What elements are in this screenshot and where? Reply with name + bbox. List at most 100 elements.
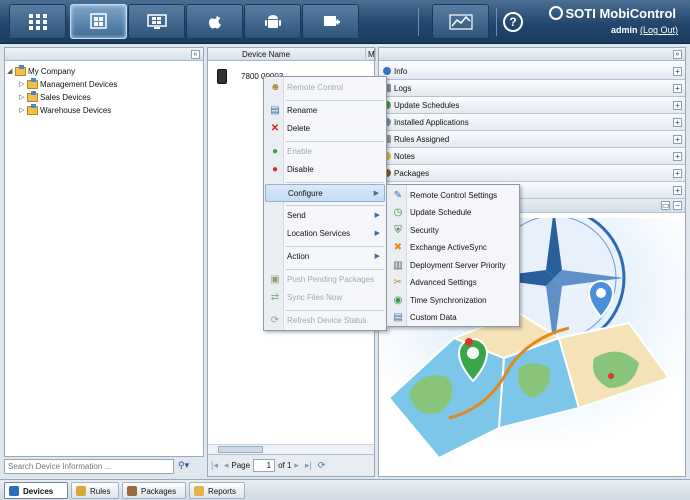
menu-item-disable[interactable]: ● Disable (265, 161, 385, 179)
tab-packages[interactable]: Packages (122, 482, 186, 499)
panel-label: Logs (394, 84, 412, 93)
panel-info[interactable]: Info + (379, 63, 685, 80)
refresh-status-icon: ⟳ (270, 315, 280, 326)
expand-icon[interactable]: + (673, 67, 682, 76)
chart-icon[interactable] (432, 4, 489, 39)
device-context-menu: ☻ Remote Control ▤ Rename ✕ Delete ● Enable … (263, 76, 387, 331)
panel-packages[interactable]: Packages + (379, 165, 685, 182)
search-input[interactable] (4, 459, 174, 474)
panel-update-schedules[interactable]: Update Schedules + (379, 97, 685, 114)
remote-control-icon: ☻ (270, 82, 281, 93)
panel-rules-assigned[interactable]: Rules Assigned + (379, 131, 685, 148)
first-page-icon[interactable]: |◂ (211, 460, 218, 471)
menu-item-delete[interactable]: ✕ Delete (265, 120, 385, 138)
add-device-icon[interactable] (302, 4, 359, 39)
minimize-icon[interactable]: − (673, 201, 682, 210)
top-toolbar: ? SOTI MobiControl admin (Log Out) (0, 0, 690, 44)
menu-separator (286, 100, 384, 101)
bottom-tab-bar: Devices Rules Packages Reports (0, 479, 690, 500)
windows-icon[interactable] (70, 4, 127, 39)
expand-icon[interactable]: + (673, 169, 682, 178)
devices-icon (9, 486, 19, 496)
menu-item-remote-control-settings[interactable]: ✎ Remote Control Settings (388, 187, 518, 205)
collapsed-arrow-icon[interactable]: ▷ (19, 106, 27, 114)
search-options-icon[interactable]: ⚲▾ (178, 460, 202, 473)
tab-label: Rules (90, 487, 111, 496)
menu-item-exchange-activesync[interactable]: ✖ Exchange ActiveSync (388, 239, 518, 257)
page-count: of 1 (278, 461, 292, 470)
tab-reports[interactable]: Reports (189, 482, 245, 499)
menu-item-label: Remote Control Settings (410, 191, 498, 200)
collapsed-arrow-icon[interactable]: ▷ (19, 80, 27, 88)
expand-icon[interactable]: + (673, 152, 682, 161)
horizontal-scrollbar[interactable] (208, 444, 374, 454)
android-icon[interactable] (244, 4, 301, 39)
tab-rules[interactable]: Rules (71, 482, 119, 499)
menu-item-enable[interactable]: ● Enable (265, 143, 385, 161)
menu-item-configure[interactable]: Configure ▶ (265, 184, 385, 202)
menu-item-push-pending-packages[interactable]: ▣ Push Pending Packages (265, 271, 385, 289)
tree-item[interactable]: ▷ Sales Devices (19, 90, 91, 103)
page-number-input[interactable]: 1 (253, 459, 276, 472)
menu-item-action[interactable]: Action ▶ (265, 248, 385, 266)
tab-label: Packages (141, 487, 177, 496)
menu-item-send[interactable]: Send ▶ (265, 207, 385, 225)
help-icon[interactable]: ? (503, 12, 523, 32)
menu-item-advanced-settings[interactable]: ✂ Advanced Settings (388, 274, 518, 292)
next-page-icon[interactable]: ▸ (294, 460, 299, 471)
menu-item-label: Remote Control (287, 83, 344, 92)
menu-item-label: Sync Files Now (287, 293, 343, 302)
expanded-arrow-icon[interactable]: ◢ (7, 67, 15, 75)
menu-item-refresh-device-status[interactable]: ⟳ Refresh Device Status (265, 312, 385, 330)
column-header-device-name[interactable]: Device Name (236, 48, 366, 61)
last-page-icon[interactable]: ▸| (305, 460, 312, 471)
scrollbar-thumb[interactable] (218, 446, 263, 453)
menu-item-security[interactable]: ⛨ Security (388, 222, 518, 240)
update-schedule-icon: ◷ (393, 207, 403, 218)
username: admin (610, 25, 638, 35)
folder-icon (27, 90, 38, 102)
prev-page-icon[interactable]: ◂ (224, 460, 229, 471)
collapse-right-icon[interactable]: » (673, 50, 682, 59)
menu-item-update-schedule[interactable]: ◷ Update Schedule (388, 204, 518, 222)
menu-item-time-synchronization[interactable]: ◉ Time Synchronization (388, 292, 518, 310)
menu-item-label: Location Services (287, 229, 351, 238)
expand-icon[interactable]: + (673, 186, 682, 195)
menu-item-remote-control[interactable]: ☻ Remote Control (265, 79, 385, 97)
tree-item-label: Management Devices (40, 79, 118, 89)
apple-icon[interactable] (186, 4, 243, 39)
menu-item-deployment-server-priority[interactable]: ▥ Deployment Server Priority (388, 257, 518, 275)
column-header-m[interactable]: M (366, 48, 376, 61)
expand-icon[interactable]: + (673, 118, 682, 127)
restore-icon[interactable]: ▭ (661, 201, 670, 210)
tree-root-label: My Company (28, 66, 76, 76)
tree-item[interactable]: ▷ Warehouse Devices (19, 103, 111, 116)
remote-settings-icon: ✎ (393, 190, 403, 201)
menu-item-label: Send (287, 211, 306, 220)
collapsed-arrow-icon[interactable]: ▷ (19, 93, 27, 101)
panel-notes[interactable]: Notes + (379, 148, 685, 165)
refresh-icon[interactable]: ⟳ (318, 460, 326, 471)
menu-item-label: Enable (287, 147, 312, 156)
menu-item-sync-files-now[interactable]: ⇄ Sync Files Now (265, 289, 385, 307)
tree-root[interactable]: ◢ My Company (7, 64, 76, 77)
tree-item-label: Sales Devices (40, 92, 91, 102)
expand-icon[interactable]: + (673, 84, 682, 93)
tree-item[interactable]: ▷ Management Devices (19, 77, 118, 90)
windows-legacy-icon[interactable] (128, 4, 185, 39)
menu-item-label: Rename (287, 106, 318, 115)
grid-icon[interactable] (9, 4, 66, 39)
expand-icon[interactable]: + (673, 135, 682, 144)
collapse-left-icon[interactable]: « (191, 50, 200, 59)
panel-installed-applications[interactable]: Installed Applications + (379, 114, 685, 131)
packages-icon (127, 486, 137, 496)
menu-item-custom-data[interactable]: ▤ Custom Data (388, 309, 518, 327)
expand-icon[interactable]: + (673, 101, 682, 110)
logout-link[interactable]: (Log Out) (640, 25, 678, 35)
toolbar-separator (418, 8, 419, 36)
menu-item-rename[interactable]: ▤ Rename (265, 102, 385, 120)
tab-devices[interactable]: Devices (4, 482, 68, 499)
submenu-arrow-icon: ▶ (374, 230, 380, 237)
panel-logs[interactable]: Logs + (379, 80, 685, 97)
menu-item-location-services[interactable]: Location Services ▶ (265, 225, 385, 243)
